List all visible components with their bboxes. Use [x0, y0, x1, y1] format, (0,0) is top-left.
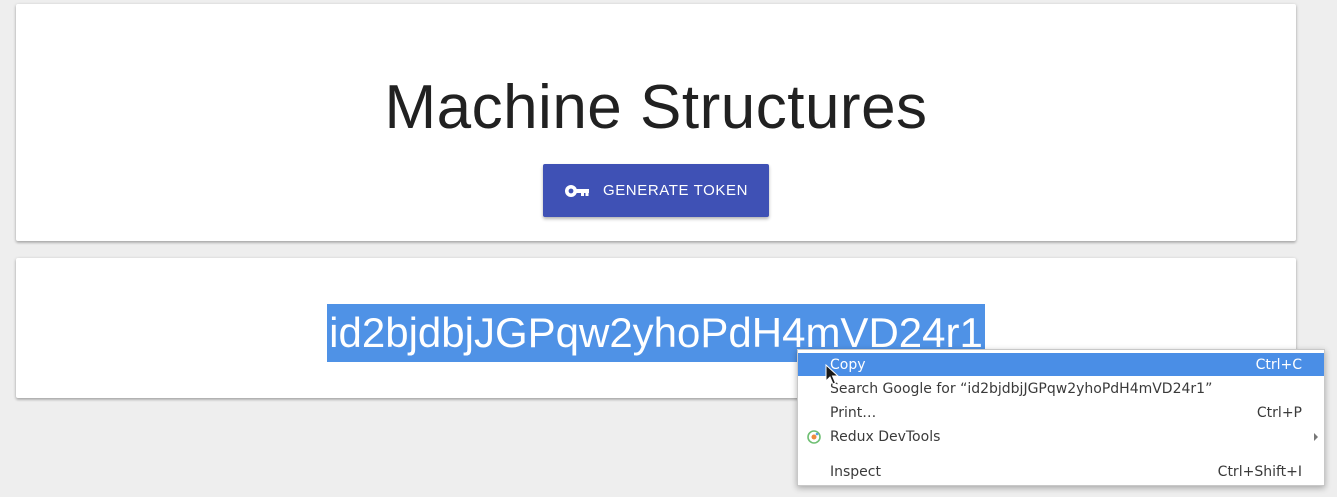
menu-item-label: Search Google for “id2bjdbjJGPqw2yhoPdH4…: [830, 380, 1213, 397]
redux-icon: [807, 429, 821, 444]
menu-item-label: Inspect: [830, 463, 881, 480]
menu-item-copy[interactable]: Copy Ctrl+C: [798, 353, 1324, 376]
page-title: Machine Structures: [384, 73, 928, 142]
context-menu: Copy Ctrl+C Search Google for “id2bjdbjJ…: [797, 349, 1325, 486]
menu-item-shortcut: Ctrl+P: [1256, 404, 1302, 421]
menu-item-search-google[interactable]: Search Google for “id2bjdbjJGPqw2yhoPdH4…: [798, 377, 1324, 400]
menu-item-label: Print…: [830, 404, 877, 421]
menu-item-shortcut: Ctrl+C: [1255, 356, 1302, 373]
generate-token-button[interactable]: GENERATE TOKEN: [543, 164, 769, 217]
menu-item-redux-devtools[interactable]: Redux DevTools: [798, 425, 1324, 448]
submenu-arrow-icon: [1314, 432, 1318, 441]
mouse-cursor-icon: [825, 363, 840, 386]
menu-item-shortcut: Ctrl+Shift+I: [1217, 463, 1302, 480]
key-icon: [564, 184, 590, 198]
menu-item-label: Redux DevTools: [830, 428, 941, 445]
generate-token-label: GENERATE TOKEN: [602, 182, 749, 199]
menu-item-print[interactable]: Print… Ctrl+P: [798, 401, 1324, 424]
menu-item-inspect[interactable]: Inspect Ctrl+Shift+I: [798, 460, 1324, 483]
header-card: Machine Structures GENERATE TOKEN: [16, 4, 1296, 241]
